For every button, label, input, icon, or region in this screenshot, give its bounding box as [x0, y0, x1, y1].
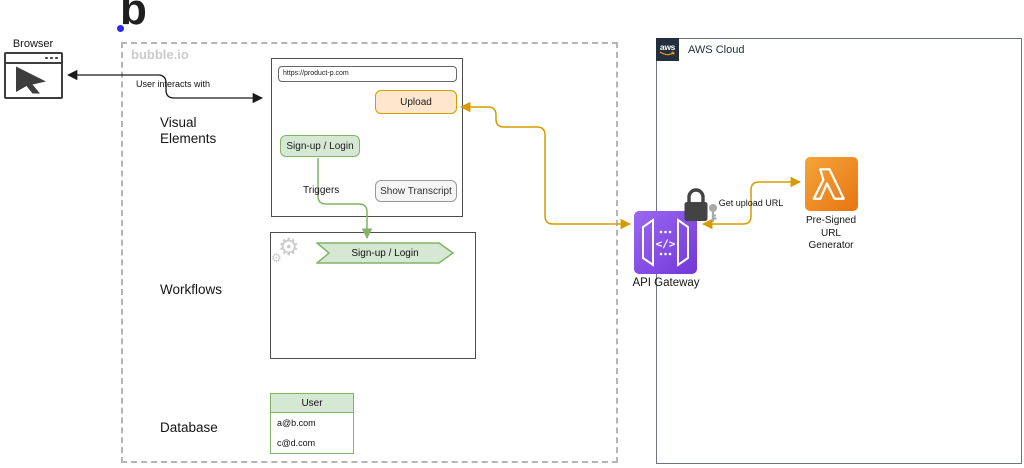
lock-icon — [684, 188, 717, 222]
user-interacts-label: User interacts with — [136, 79, 211, 89]
url-bar[interactable]: https://product-p.com — [278, 66, 457, 82]
titlebar-dot — [50, 56, 53, 60]
cursor-icon — [15, 66, 46, 94]
section-label-visual-elements: Visual Elements — [160, 115, 217, 146]
aws-cloud-title: AWS Cloud — [688, 44, 745, 56]
browser-titlebar — [6, 54, 61, 64]
aws-smile-icon — [659, 51, 675, 55]
titlebar-dot — [45, 56, 48, 60]
bubble-logo-dot-icon — [117, 25, 124, 32]
aws-logo-text: aws — [659, 41, 676, 52]
browser-label: Browser — [12, 38, 54, 50]
bubble-logo-letter: b — [120, 0, 147, 34]
table-row: c@d.com — [277, 438, 316, 448]
svg-text:</>: </> — [656, 238, 676, 251]
get-upload-url-label: Get upload URL — [718, 198, 784, 208]
workflow-step-signup-login: Sign-up / Login — [351, 247, 419, 259]
triggers-label: Triggers — [303, 185, 340, 196]
lambda-icon — [805, 157, 858, 211]
upload-button[interactable]: Upload — [375, 90, 457, 114]
table-row: a@b.com — [277, 418, 316, 428]
signup-login-button[interactable]: Sign-up / Login — [280, 135, 360, 157]
aws-logo-icon: aws — [656, 38, 679, 61]
workflow-gear-small-icon: ⚙ — [271, 251, 282, 265]
titlebar-dot — [55, 56, 58, 60]
api-gateway-label: API Gateway — [632, 277, 700, 289]
section-label-workflows: Workflows — [160, 282, 223, 297]
show-transcript-button[interactable]: Show Transcript — [375, 180, 457, 202]
pre-signed-url-generator-label: Pre-Signed URL Generator — [805, 215, 857, 251]
database-table-header: User — [271, 394, 353, 413]
browser-window-icon — [4, 52, 63, 99]
database-table: User a@b.com c@d.com — [270, 393, 354, 454]
bubble-logo-icon: b — [120, 0, 147, 32]
section-label-database: Database — [160, 420, 218, 435]
bubble-io-label: bubble.io — [131, 47, 189, 62]
